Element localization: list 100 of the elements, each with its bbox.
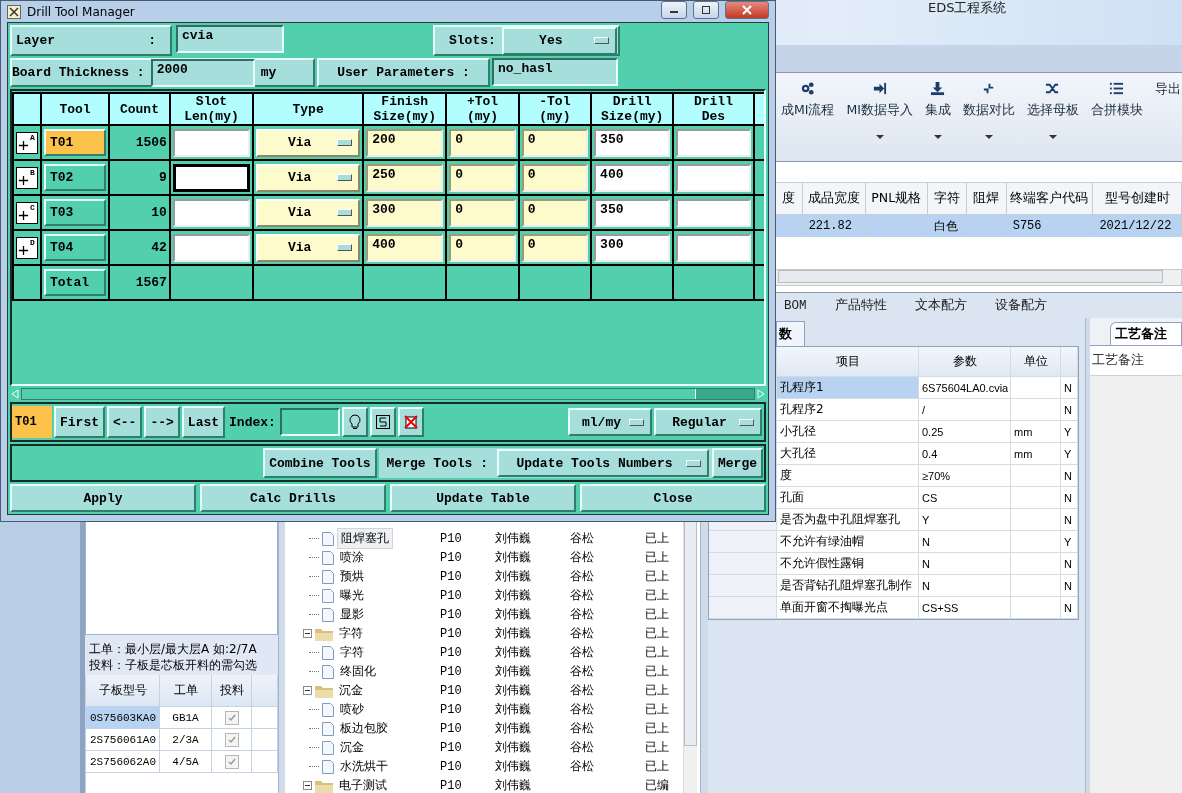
input-field[interactable]: 350	[594, 128, 671, 157]
input-field[interactable]: 300	[594, 233, 671, 262]
tree-item[interactable]: 沉金	[336, 681, 366, 700]
input-field[interactable]: 0	[521, 198, 589, 227]
input-field[interactable]: 350	[594, 198, 671, 227]
tree-item[interactable]: 字符	[336, 624, 366, 643]
tree-item[interactable]: 沉金	[337, 738, 367, 757]
nav-button[interactable]: Last	[181, 406, 226, 438]
table-row[interactable]: 221.82 白色 S756 2021/12/22	[775, 215, 1182, 237]
tree-item[interactable]: 曝光	[337, 586, 367, 605]
input-field[interactable]	[172, 198, 250, 227]
nav-button[interactable]: <--	[107, 406, 143, 438]
table-cell[interactable]: 是否为盘中孔阻焊塞孔	[777, 509, 919, 531]
user-parameters-button[interactable]: User Parameters :	[317, 58, 490, 87]
input-field[interactable]: 0	[521, 233, 589, 262]
left-arrow-icon[interactable]	[10, 389, 20, 399]
action-button[interactable]: Close	[580, 484, 766, 512]
table-cell[interactable]: 不允许有绿油帽	[777, 531, 919, 553]
ribbon-button[interactable]: 集成	[919, 73, 956, 153]
dropdown[interactable]: Regular	[654, 408, 762, 436]
ribbon-button[interactable]: 数据对比	[957, 73, 1020, 153]
tool-button[interactable]: T03	[44, 199, 106, 226]
table-cell[interactable]: 大孔径	[777, 443, 919, 465]
table-cell[interactable]: 单面开窗不掏曝光点	[777, 597, 919, 619]
input-field[interactable]: no_hasl	[492, 58, 618, 86]
dropdown[interactable]: Update Tools Numbers	[497, 449, 709, 477]
tab[interactable]: 文本配方	[910, 295, 971, 316]
tab[interactable]: 数	[776, 321, 805, 346]
ribbon-button[interactable]: 导出	[1149, 73, 1182, 153]
tab[interactable]: 产品特性	[830, 295, 891, 316]
dropdown[interactable]: Via	[255, 233, 361, 262]
input-field[interactable]: 0	[449, 163, 516, 192]
action-button[interactable]: Calc Drills	[200, 484, 386, 512]
horizontal-scrollbar[interactable]	[775, 269, 1182, 286]
column-header[interactable]: 参数	[919, 347, 1011, 377]
ribbon-button[interactable]: 选择母板	[1021, 73, 1084, 153]
input-field[interactable]: 0	[449, 128, 516, 157]
table-cell[interactable]: 小孔径	[777, 421, 919, 443]
column-header[interactable]: 工单	[160, 675, 212, 707]
expand-button[interactable]: B	[16, 166, 38, 189]
tree-item[interactable]: 字符	[337, 643, 367, 662]
table-cell[interactable]: 孔程序2	[777, 399, 919, 421]
tree-item[interactable]: 预烘	[337, 567, 367, 586]
tab[interactable]: BOM	[780, 296, 811, 315]
table-cell[interactable]: 是否背钻孔阻焊塞孔制作	[777, 575, 919, 597]
input-field[interactable]: 400	[366, 233, 444, 262]
horizontal-scrollbar[interactable]	[10, 388, 766, 400]
delete-button[interactable]	[397, 407, 424, 437]
total-button[interactable]: Total	[44, 269, 106, 296]
input-field[interactable]: 300	[366, 198, 444, 227]
ribbon-button[interactable]: MI数据导入	[841, 73, 918, 153]
expand-button[interactable]: D	[16, 236, 38, 259]
table-cell[interactable]: 0S75603KA0	[86, 707, 160, 729]
tree-item[interactable]: 水洗烘干	[337, 757, 391, 776]
table-cell[interactable]: 度	[777, 465, 919, 487]
nav-button[interactable]: First	[54, 406, 105, 438]
expand-button[interactable]: C	[16, 201, 38, 224]
ribbon-button[interactable]: 合拼模块	[1085, 73, 1148, 153]
tree-item[interactable]: 电子测试	[336, 776, 390, 793]
column-header[interactable]: 终端客户代码	[1006, 183, 1094, 214]
input-field[interactable]	[279, 408, 340, 436]
tab[interactable]: 工艺备注	[1110, 322, 1182, 345]
minimize-button[interactable]	[661, 1, 687, 19]
column-header[interactable]: 型号创建时	[1093, 183, 1182, 214]
tree-item[interactable]: 显影	[337, 605, 367, 624]
column-header[interactable]: 单位	[1011, 347, 1061, 377]
input-field[interactable]	[676, 198, 751, 227]
input-field[interactable]: 0	[521, 128, 589, 157]
input-field[interactable]	[172, 163, 250, 192]
input-field[interactable]: 400	[594, 163, 671, 192]
tree-item[interactable]: 终固化	[337, 662, 379, 681]
merge-button[interactable]: Merge	[712, 448, 763, 478]
input-field[interactable]	[676, 233, 751, 262]
dropdown[interactable]: Via	[255, 128, 361, 157]
table-cell[interactable]: 孔程序1	[777, 377, 919, 399]
ribbon-button[interactable]: 成MI流程	[776, 73, 840, 153]
input-field[interactable]	[676, 163, 751, 192]
collapse-icon[interactable]	[303, 686, 312, 695]
table-cell[interactable]: 不允许假性露铜	[777, 553, 919, 575]
dropdown[interactable]: Via	[255, 198, 361, 227]
input-field[interactable]	[172, 128, 250, 157]
close-button[interactable]	[725, 1, 769, 19]
table-cell[interactable]: 2S756061A0	[86, 729, 160, 751]
bulb-button[interactable]	[341, 407, 368, 437]
dropdown[interactable]: Via	[255, 163, 361, 192]
collapse-icon[interactable]	[303, 629, 312, 638]
checkbox[interactable]	[224, 732, 239, 747]
checkbox[interactable]	[224, 710, 239, 725]
column-header[interactable]: 字符	[927, 183, 968, 214]
right-arrow-icon[interactable]	[756, 389, 766, 399]
tool-button[interactable]: T04	[44, 234, 106, 261]
column-header[interactable]: 阻焊	[967, 183, 1007, 214]
action-button[interactable]: Update Table	[390, 484, 576, 512]
tool-button[interactable]: T02	[44, 164, 106, 191]
tree-item[interactable]: 喷涂	[337, 548, 367, 567]
tree-item[interactable]: 板边包胶	[337, 719, 391, 738]
input-field[interactable]: 2000	[150, 58, 255, 87]
input-field[interactable]: 0	[449, 233, 516, 262]
input-field[interactable]: 250	[366, 163, 444, 192]
dropdown[interactable]: ml/my	[568, 408, 652, 436]
